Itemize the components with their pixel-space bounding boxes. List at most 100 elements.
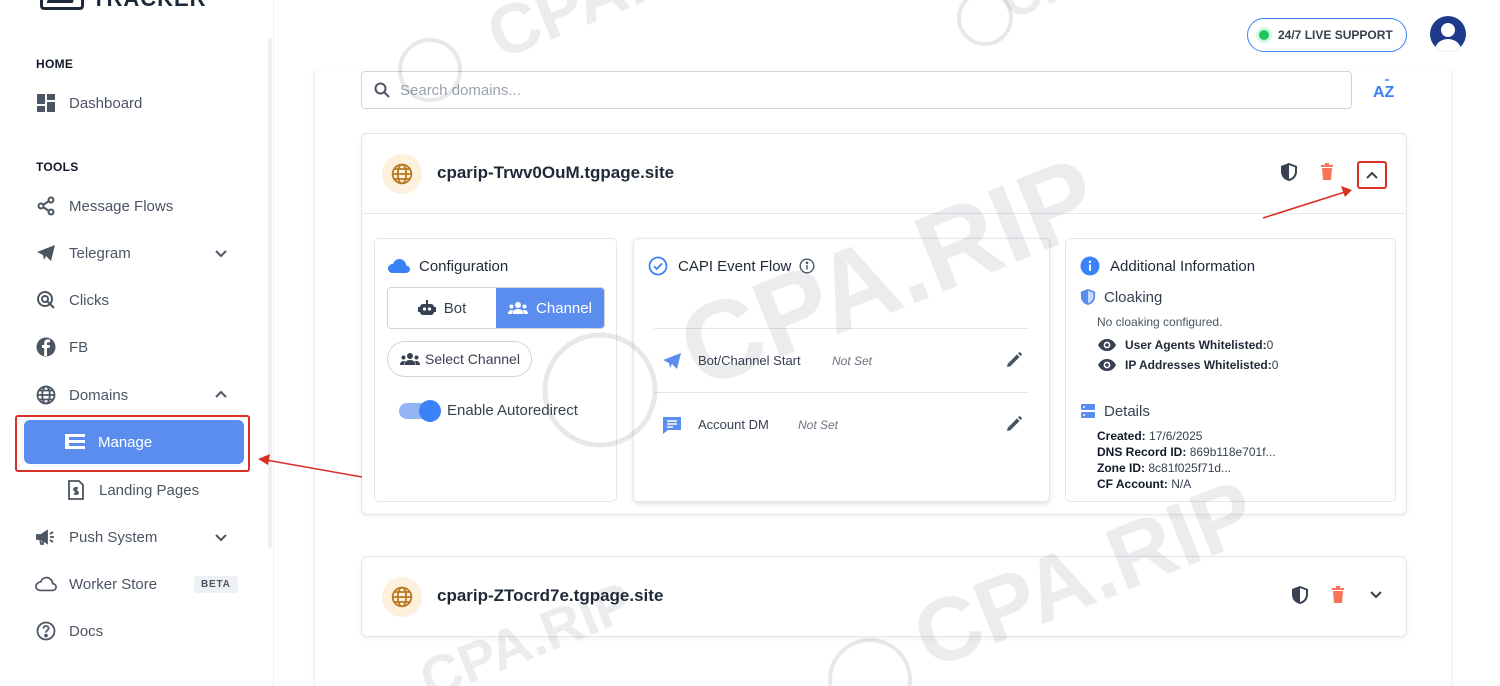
live-support-button[interactable]: 24/7 LIVE SUPPORT	[1247, 18, 1407, 52]
additional-title-row: Additional Information	[1078, 256, 1255, 276]
sidebar-item-worker-store[interactable]: Worker Store BETA	[24, 562, 244, 606]
ip-whitelist-row: IP Addresses Whitelisted: 0	[1097, 358, 1278, 372]
search-bar[interactable]	[361, 71, 1352, 109]
select-channel-button[interactable]: Select Channel	[387, 341, 532, 377]
info-icon[interactable]	[799, 258, 815, 274]
send-icon	[660, 349, 684, 373]
watermark-text: CPA.RIP	[992, 0, 1214, 31]
info-icon	[1078, 256, 1102, 276]
ua-whitelist-row: User Agents Whitelisted: 0	[1097, 338, 1273, 352]
sidebar-item-label: Clicks	[69, 291, 109, 309]
search-input[interactable]	[400, 81, 1300, 99]
section-tools-label: TOOLS	[36, 160, 79, 174]
collapse-button[interactable]	[1357, 161, 1387, 189]
page-icon	[65, 479, 87, 501]
edit-icon[interactable]	[1005, 351, 1023, 369]
sidebar-item-domains[interactable]: Domains	[24, 373, 244, 417]
search-icon	[374, 82, 390, 98]
domain-card-header[interactable]: cparip-Trwv0OuM.tgpage.site	[362, 134, 1406, 214]
chevron-up-icon[interactable]	[212, 386, 230, 404]
detail-dns-value: 869b118e701f...	[1189, 445, 1276, 459]
capi-row-label: Bot/Channel Start	[698, 353, 801, 368]
chat-icon	[660, 413, 684, 437]
live-status-dot	[1259, 30, 1269, 40]
detail-zone-label: Zone ID:	[1097, 461, 1145, 475]
shield-icon[interactable]	[1290, 584, 1310, 606]
sort-az-icon: AZ	[1373, 79, 1395, 101]
sidebar-item-docs[interactable]: Docs	[24, 609, 244, 653]
capi-title-row: CAPI Event Flow	[646, 256, 815, 276]
shield-icon	[1078, 288, 1098, 306]
cloud-icon	[387, 256, 411, 276]
sidebar-item-clicks[interactable]: Clicks	[24, 278, 244, 322]
additional-title: Additional Information	[1110, 257, 1256, 275]
brand-name: TRACKER	[92, 0, 207, 12]
check-circle-icon	[646, 256, 670, 276]
chevron-down-icon	[1370, 591, 1382, 599]
live-support-label: 24/7 LIVE SUPPORT	[1278, 28, 1393, 42]
domain-name: cparip-Trwv0OuM.tgpage.site	[437, 163, 675, 182]
ua-whitelist-label: User Agents Whitelisted:	[1125, 338, 1267, 352]
capi-title: CAPI Event Flow	[678, 257, 792, 275]
storage-icon	[1078, 402, 1098, 420]
megaphone-icon	[35, 526, 57, 548]
bot-mode-button[interactable]: Bot	[388, 288, 496, 328]
cloud-icon	[35, 573, 57, 595]
domain-card-header[interactable]: cparip-ZTocrd7e.tgpage.site	[362, 557, 1406, 637]
watermark-text: CPA.RIP	[476, 0, 764, 74]
capi-event-flow-panel: CAPI Event Flow Bot/Channel Start Not Se…	[633, 238, 1050, 502]
capi-row-bot-start: Bot/Channel Start Not Set	[654, 328, 1029, 392]
sidebar-item-push-system[interactable]: Push System	[24, 515, 244, 559]
flow-icon	[35, 195, 57, 217]
sidebar-item-label: FB	[69, 338, 89, 356]
globe-icon	[35, 384, 57, 406]
trash-icon[interactable]	[1317, 161, 1337, 183]
domain-card: cparip-Trwv0OuM.tgpage.site Configuratio…	[361, 133, 1407, 515]
detail-dns-label: DNS Record ID:	[1097, 445, 1187, 459]
sidebar-item-label: Domains	[69, 386, 129, 404]
sidebar-item-fb[interactable]: FB	[24, 325, 244, 369]
manage-highlight-box	[15, 415, 250, 472]
sidebar: TRACKER HOME Dashboard TOOLS Message Flo…	[0, 0, 274, 686]
chevron-down-icon[interactable]	[212, 528, 230, 546]
ua-whitelist-value: 0	[1266, 338, 1274, 352]
sidebar-item-dashboard[interactable]: Dashboard	[24, 81, 244, 125]
facebook-icon	[35, 336, 57, 358]
domain-name: cparip-ZTocrd7e.tgpage.site	[437, 586, 664, 605]
capi-row-value: Not Set	[798, 417, 839, 432]
sidebar-item-telegram[interactable]: Telegram	[24, 231, 244, 275]
telegram-icon	[35, 242, 57, 264]
trash-icon[interactable]	[1328, 584, 1348, 606]
channel-mode-button[interactable]: Channel	[496, 288, 604, 328]
additional-info-panel: Additional Information Cloaking No cloak…	[1065, 238, 1396, 502]
shield-icon[interactable]	[1279, 161, 1299, 183]
brand-logo[interactable]: TRACKER	[40, 0, 207, 12]
group-icon	[508, 302, 529, 314]
configuration-title-row: Configuration	[387, 256, 508, 276]
cloaking-heading: Cloaking	[1078, 288, 1162, 306]
configuration-title: Configuration	[419, 257, 509, 275]
expand-button[interactable]	[1366, 584, 1386, 606]
detail-cf-value: N/A	[1171, 477, 1192, 491]
detail-cf-label: CF Account:	[1097, 477, 1168, 491]
sidebar-item-label: Dashboard	[69, 94, 143, 112]
detail-created: Created: 17/6/2025	[1097, 428, 1202, 444]
detail-zone: Zone ID: 8c81f025f71d...	[1097, 460, 1231, 476]
sort-az-button[interactable]: AZ	[1372, 78, 1402, 104]
sidebar-item-landing-pages[interactable]: Landing Pages	[54, 468, 244, 512]
cloaking-status: No cloaking configured.	[1097, 315, 1223, 329]
ip-whitelist-value: 0	[1271, 358, 1279, 372]
detail-created-value: 17/6/2025	[1149, 429, 1203, 443]
sidebar-scrollbar[interactable]	[268, 38, 272, 548]
autoredirect-toggle[interactable]	[399, 399, 441, 422]
user-avatar[interactable]	[1430, 16, 1466, 52]
ip-whitelist-label: IP Addresses Whitelisted:	[1125, 358, 1272, 372]
autoredirect-row: Enable Autoredirect	[399, 399, 578, 422]
capi-row-label: Account DM	[698, 417, 769, 432]
cloaking-title: Cloaking	[1104, 288, 1163, 306]
configuration-panel: Configuration Bot Channel Select Channel…	[374, 238, 617, 502]
edit-icon[interactable]	[1005, 415, 1023, 433]
select-channel-label: Select Channel	[425, 351, 520, 367]
sidebar-item-message-flows[interactable]: Message Flows	[24, 184, 244, 228]
chevron-down-icon[interactable]	[212, 244, 230, 262]
